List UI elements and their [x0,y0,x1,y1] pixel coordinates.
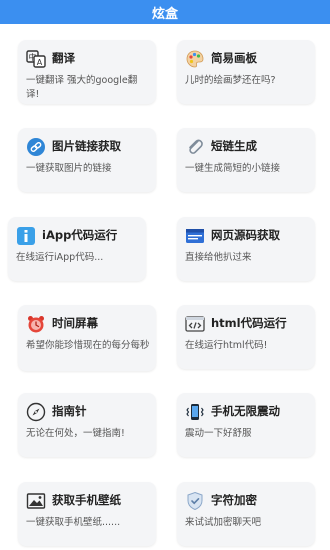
card-title: 翻译 [52,51,75,65]
card-html-run[interactable]: html代码运行 在线运行html代码! [177,305,315,369]
card-title: html代码运行 [211,316,287,330]
palette-icon [185,49,205,69]
card-desc: 来试试加密聊天吧 [185,517,262,528]
compass-icon [26,402,46,422]
card-title: 获取手机壁纸 [52,493,121,507]
link-icon [26,137,46,157]
card-desc: 一键生成简短的小链接 [185,163,281,174]
app-header: 炫盒 [0,0,330,24]
card-title: 短链生成 [211,139,257,153]
iapp-icon [16,226,36,246]
phone-vibrate-icon [185,402,205,422]
card-desc: 在线运行html代码! [185,340,268,351]
card-image-link[interactable]: 图片链接获取 一键获取图片的链接 [18,128,156,192]
card-phone-vibrate[interactable]: 手机无限震动 震动一下好舒服 [177,393,315,457]
webpage-icon [185,226,205,246]
card-title: 简易画板 [211,51,257,65]
translate-icon: 中 A [26,49,46,69]
card-wallpaper[interactable]: 获取手机壁纸 一键获取手机壁纸...... [18,482,156,546]
card-desc: 无论在何处，一键指南! [26,428,125,439]
code-icon [185,314,205,334]
card-compass[interactable]: 指南针 无论在何处，一键指南! [18,393,156,457]
card-desc: 一键获取图片的链接 [26,163,112,174]
card-drawing-board[interactable]: 简易画板 儿时的绘画梦还在吗? [177,40,315,104]
card-time-screen[interactable]: 时间屏幕 希望你能珍惜现在的每分每秒 [18,305,156,371]
card-iapp-run[interactable]: iApp代码运行 在线运行iApp代码... [8,217,146,281]
card-desc: 一键翻译 强大的google翻译! [26,75,138,100]
alarm-clock-icon [26,314,46,334]
card-title: 手机无限震动 [211,404,280,418]
card-title: 时间屏幕 [52,316,98,330]
card-desc: 一键获取手机壁纸...... [26,517,121,528]
card-title: 图片链接获取 [52,139,121,153]
card-short-link[interactable]: 短链生成 一键生成简短的小链接 [177,128,315,192]
card-desc: 儿时的绘画梦还在吗? [185,75,276,86]
card-webpage-source[interactable]: 网页源码获取 直接给他扒过来 [177,217,315,281]
card-title: iApp代码运行 [42,228,118,242]
app-title: 炫盒 [151,6,178,22]
card-title: 指南针 [52,404,87,418]
card-desc: 震动一下好舒服 [185,428,252,439]
card-char-encrypt[interactable]: 字符加密 来试试加密聊天吧 [177,482,315,546]
card-desc: 希望你能珍惜现在的每分每秒 [26,340,150,351]
svg-text:A: A [37,58,43,67]
card-title: 字符加密 [211,493,257,507]
paperclip-icon [185,137,205,157]
card-desc: 直接给他扒过来 [185,252,252,263]
card-title: 网页源码获取 [211,228,280,242]
card-translate[interactable]: 中 A 翻译 一键翻译 强大的google翻译! [18,40,156,104]
card-desc: 在线运行iApp代码... [16,252,104,263]
shield-icon [185,491,205,511]
wallpaper-icon [26,491,46,511]
